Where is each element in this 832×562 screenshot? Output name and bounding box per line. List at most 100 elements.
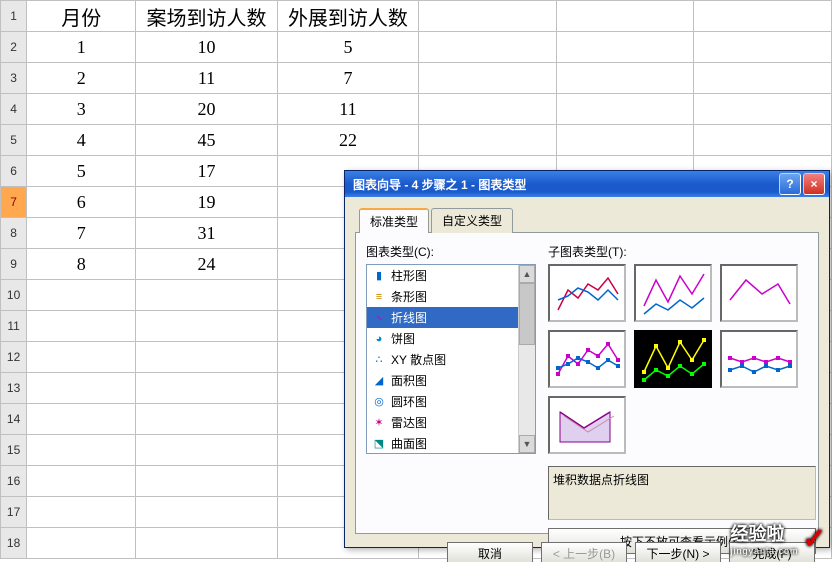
row-header[interactable]: 5: [1, 125, 27, 156]
chart-type-item[interactable]: ≡条形图: [367, 286, 525, 307]
cell[interactable]: [694, 94, 832, 125]
cell[interactable]: 20: [136, 94, 277, 125]
chart-type-item[interactable]: ▮柱形图: [367, 265, 525, 286]
row-header[interactable]: 17: [1, 497, 27, 528]
row-header[interactable]: 12: [1, 342, 27, 373]
row-header[interactable]: 2: [1, 32, 27, 63]
cell[interactable]: 10: [136, 32, 277, 63]
cell[interactable]: [419, 94, 557, 125]
cell[interactable]: 1: [27, 32, 136, 63]
cell[interactable]: 45: [136, 125, 277, 156]
cell[interactable]: [419, 32, 557, 63]
cell[interactable]: [419, 63, 557, 94]
cell[interactable]: 案场到访人数: [136, 1, 277, 32]
subtype-6[interactable]: [548, 396, 626, 454]
cell[interactable]: [694, 63, 832, 94]
cell[interactable]: 4: [27, 125, 136, 156]
row-header[interactable]: 11: [1, 311, 27, 342]
tab-custom[interactable]: 自定义类型: [431, 208, 513, 233]
close-button[interactable]: ×: [803, 173, 825, 195]
next-button[interactable]: 下一步(N) >: [635, 542, 721, 562]
tab-standard[interactable]: 标准类型: [359, 208, 429, 233]
chart-type-item[interactable]: ◢面积图: [367, 370, 525, 391]
cell[interactable]: [419, 125, 557, 156]
row-header[interactable]: 18: [1, 528, 27, 559]
chart-type-item[interactable]: ◕饼图: [367, 328, 525, 349]
scroll-thumb[interactable]: [519, 283, 535, 345]
row-header[interactable]: 16: [1, 466, 27, 497]
chart-type-item[interactable]: ⼂折线图: [367, 307, 525, 328]
cell[interactable]: 22: [277, 125, 418, 156]
cell[interactable]: 7: [277, 63, 418, 94]
cell[interactable]: [556, 125, 694, 156]
row-header[interactable]: 1: [1, 1, 27, 32]
row-header[interactable]: 14: [1, 404, 27, 435]
row-header[interactable]: 4: [1, 94, 27, 125]
cell[interactable]: [27, 497, 136, 528]
subtype-1[interactable]: [634, 264, 712, 322]
cell[interactable]: [136, 280, 277, 311]
chart-type-item[interactable]: ∴XY 散点图: [367, 349, 525, 370]
subtype-2[interactable]: [720, 264, 798, 322]
cell[interactable]: 2: [27, 63, 136, 94]
cell[interactable]: 3: [27, 94, 136, 125]
subtype-0[interactable]: [548, 264, 626, 322]
cell[interactable]: [694, 1, 832, 32]
subtype-5[interactable]: [720, 330, 798, 388]
cell[interactable]: [27, 342, 136, 373]
cell[interactable]: [27, 311, 136, 342]
row-header[interactable]: 3: [1, 63, 27, 94]
row-header[interactable]: 7: [1, 187, 27, 218]
cell[interactable]: [27, 373, 136, 404]
cell[interactable]: 6: [27, 187, 136, 218]
row-header[interactable]: 13: [1, 373, 27, 404]
chart-type-list[interactable]: ▮柱形图≡条形图⼂折线图◕饼图∴XY 散点图◢面积图◎圆环图✶雷达图⬔曲面图 ▲…: [366, 264, 536, 454]
cell[interactable]: [136, 311, 277, 342]
scroll-up-icon[interactable]: ▲: [519, 265, 535, 283]
cell[interactable]: [27, 528, 136, 559]
cell[interactable]: 5: [27, 156, 136, 187]
cell[interactable]: [694, 32, 832, 63]
cell[interactable]: [694, 125, 832, 156]
row-header[interactable]: 10: [1, 280, 27, 311]
cell[interactable]: 11: [136, 63, 277, 94]
cell[interactable]: 19: [136, 187, 277, 218]
cell[interactable]: 24: [136, 249, 277, 280]
cell[interactable]: [556, 32, 694, 63]
subtype-4[interactable]: [634, 330, 712, 388]
cell[interactable]: [27, 404, 136, 435]
cell[interactable]: 31: [136, 218, 277, 249]
cell[interactable]: [27, 435, 136, 466]
cell[interactable]: [419, 1, 557, 32]
row-header[interactable]: 15: [1, 435, 27, 466]
cell[interactable]: [136, 435, 277, 466]
cell[interactable]: [136, 466, 277, 497]
chart-type-item[interactable]: ✶雷达图: [367, 412, 525, 433]
row-header[interactable]: 8: [1, 218, 27, 249]
cell[interactable]: [27, 466, 136, 497]
subtype-3[interactable]: [548, 330, 626, 388]
cell[interactable]: [136, 373, 277, 404]
chart-type-item[interactable]: ◎圆环图: [367, 391, 525, 412]
cell[interactable]: 8: [27, 249, 136, 280]
scroll-down-icon[interactable]: ▼: [519, 435, 535, 453]
cell[interactable]: 外展到访人数: [277, 1, 418, 32]
scrollbar[interactable]: ▲ ▼: [518, 265, 535, 453]
row-header[interactable]: 9: [1, 249, 27, 280]
cell[interactable]: [136, 342, 277, 373]
cell[interactable]: [556, 94, 694, 125]
cell[interactable]: [556, 63, 694, 94]
cell[interactable]: 月份: [27, 1, 136, 32]
cell[interactable]: [27, 280, 136, 311]
row-header[interactable]: 6: [1, 156, 27, 187]
dialog-titlebar[interactable]: 图表向导 - 4 步骤之 1 - 图表类型 ? ×: [345, 171, 829, 197]
cell[interactable]: 7: [27, 218, 136, 249]
cell[interactable]: [556, 1, 694, 32]
cell[interactable]: [136, 528, 277, 559]
back-button[interactable]: < 上一步(B): [541, 542, 627, 562]
help-button[interactable]: ?: [779, 173, 801, 195]
cancel-button[interactable]: 取消: [447, 542, 533, 562]
cell[interactable]: 17: [136, 156, 277, 187]
cell[interactable]: 11: [277, 94, 418, 125]
cell[interactable]: [136, 404, 277, 435]
